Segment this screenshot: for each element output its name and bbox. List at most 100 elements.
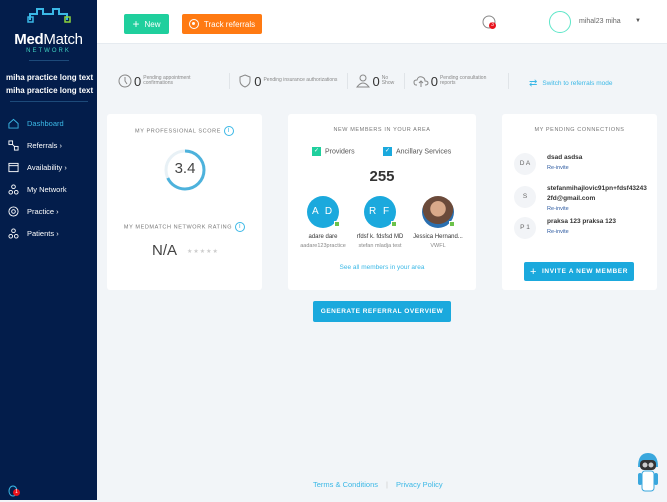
stat-value: 0 [254,73,262,89]
cloud-upload-icon [413,76,429,87]
ancillary-checkbox[interactable]: ✓ Ancillary Services [383,147,451,156]
sidebar: MedMatch NETWORK miha practice long text… [0,0,97,500]
rating-stars: ★★★★★ [187,249,219,255]
avatar: P 1 [514,217,536,239]
card-title: NEW MEMBERS IN YOUR AREA [333,127,431,133]
plus-icon: + [132,17,140,31]
notifications-button[interactable]: 3 [482,15,496,34]
online-indicator [449,221,455,227]
card-title: MY PROFESSIONAL SCORE [135,128,221,135]
practice-icon [8,205,19,217]
avatar-photo [422,196,455,228]
clock-icon [118,74,132,88]
brand-name: Med [14,31,44,48]
header: + New Track referrals 3 mihal23 miha ▼ [97,0,667,44]
logo[interactable]: MedMatch NETWORK [0,6,97,61]
card-title: MY PENDING CONNECTIONS [534,127,625,133]
members-count: 255 [369,168,395,185]
new-button[interactable]: + New [124,14,169,34]
pending-name: praksa 123 praksa 123 [547,218,617,225]
reinvite-link[interactable]: Re-invite [547,206,647,212]
chevron-down-icon[interactable]: ▼ [635,18,641,24]
avatar: D A [514,153,536,175]
referrals-icon [8,139,19,151]
pending-item: P 1 praksa 123 praksa 123 Re-invite [514,217,616,239]
invite-member-button[interactable]: + INVITE A NEW MEMBER [524,262,634,281]
providers-checkbox[interactable]: ✓ Providers [312,147,355,156]
generate-label: GENERATE REFERRAL OVERVIEW [320,308,444,315]
pending-item: Sstefanmihajlovic91pn+fdsf432432fd@gmail… [514,184,647,212]
stat-label: Pending consultation reports [439,74,487,86]
stat-label: No Show [381,74,395,86]
brand-sub: NETWORK [26,48,71,54]
nav-label: Referrals [27,140,58,150]
avatar: R F [364,196,397,228]
home-icon [8,118,19,129]
info-icon[interactable]: i [223,126,234,136]
card-subtitle: MY MEDMATCH NETWORK RATING [123,224,233,231]
rating-value: N/A [152,242,178,259]
sidebar-item-patients[interactable]: Patients › [8,222,67,244]
logo-icon [26,8,71,23]
pending-name: dsad asdsa [547,154,583,161]
member-name: adare dare [308,234,338,240]
sidebar-item-dashboard[interactable]: Dashboard [8,112,67,134]
nav-label: Dashboard [27,118,64,128]
track-label: Track referrals [203,19,256,29]
sidebar-item-my-network[interactable]: My Network [8,178,67,200]
reinvite-link[interactable]: Re-invite [547,165,582,171]
score-value: 3.4 [174,160,196,177]
generate-referral-overview-button[interactable]: GENERATE REFERRAL OVERVIEW [313,301,451,322]
privacy-link[interactable]: Privacy Policy [396,480,443,489]
network-icon [8,183,19,195]
check-icon: ✓ [383,147,392,156]
practice-name: miha practice long text miha practice lo… [6,73,94,95]
member-card[interactable]: R F rfdsf k. fdsfsd MD stefan mladja test [350,196,410,249]
chat-assistant-bot[interactable] [634,451,662,500]
online-indicator [391,221,397,227]
pending-item: D A dsad asdsa Re-invite [514,153,582,175]
member-practice: VWFL [430,243,446,249]
nav-label: My Network [27,184,67,194]
sidebar-item-referrals[interactable]: Referrals › [8,134,67,156]
switch-mode-link[interactable]: ⇄ Switch to referrals mode [529,78,612,89]
sidebar-item-availability[interactable]: Availability › [8,156,67,178]
sidebar-notification[interactable]: 1 [8,484,20,502]
check-icon: ✓ [312,147,321,156]
member-name: Jessica Hernand... [413,234,463,240]
member-card[interactable]: A D adare dare aadare123practice [293,196,353,249]
track-referrals-button[interactable]: Track referrals [182,14,262,34]
stats-bar: 0 Pending appointment confirmations 0 Pend… [118,73,517,89]
footer-separator: | [386,480,388,489]
avatar: A D [307,196,340,228]
stat-value: 0 [372,73,380,89]
score-card: MY PROFESSIONAL SCORE i 3.4 MY MEDMATCH N… [107,114,262,290]
reinvite-link[interactable]: Re-invite [547,229,616,235]
stat-insurance: 0 Pending insurance authorizations [238,73,349,89]
new-label: New [144,19,161,29]
member-name: rfdsf k. fdsfsd MD [356,234,404,240]
nav: Dashboard Referrals › Availability › My … [8,112,67,244]
filter-label: Ancillary Services [396,148,452,156]
notification-badge: 1 [13,489,20,496]
info-icon[interactable]: i [235,222,246,232]
plus-icon: + [529,265,537,278]
swap-arrows-icon: ⇄ [529,78,538,89]
stat-label: Pending insurance authorizations [263,77,338,84]
member-practice: stefan mladja test [358,243,402,249]
shield-icon [239,74,251,88]
user-avatar[interactable] [549,11,571,33]
sidebar-item-practice[interactable]: Practice › [8,200,67,222]
filter-label: Providers [325,148,355,156]
terms-link[interactable]: Terms & Conditions [313,480,378,489]
switch-label: Switch to referrals mode [542,80,613,87]
stat-label: Pending appointment confirmations [143,74,191,86]
member-card[interactable]: Jessica Hernand... VWFL [408,196,468,249]
stat-appointments: 0 Pending appointment confirmations [118,73,231,89]
user-name[interactable]: mihal23 miha [579,18,621,25]
stat-value: 0 [430,73,438,89]
pending-name: stefanmihajlovic91pn+fdsf432432fd@gmail.… [547,185,647,202]
see-all-link[interactable]: See all members in your area [288,264,476,271]
patients-icon [8,227,19,239]
avatar: S [514,186,536,208]
